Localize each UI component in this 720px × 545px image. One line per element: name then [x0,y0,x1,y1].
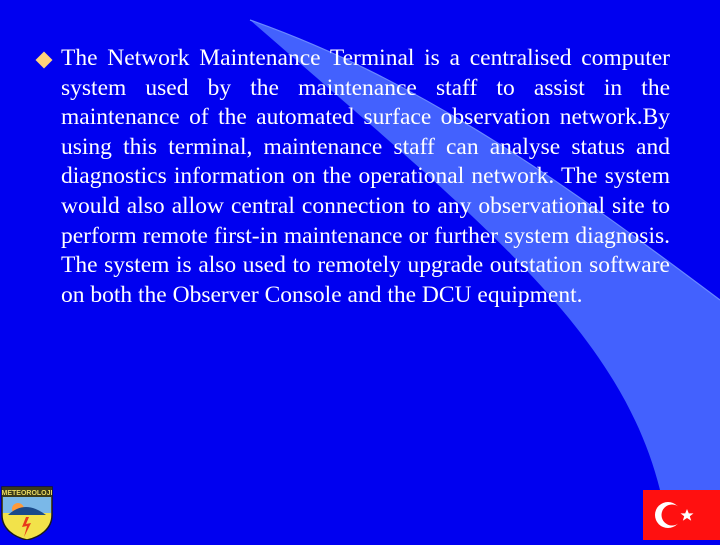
bullet-item: The Network Maintenance Terminal is a ce… [20,44,670,310]
turkish-flag-icon [643,490,720,540]
meteorology-emblem-icon: METEOROLOJI [1,486,53,540]
bullet-text: The Network Maintenance Terminal is a ce… [61,45,670,308]
slide-body: The Network Maintenance Terminal is a ce… [20,44,670,310]
logo-label: METEOROLOJI [2,490,53,497]
diamond-bullet-icon [35,51,53,69]
